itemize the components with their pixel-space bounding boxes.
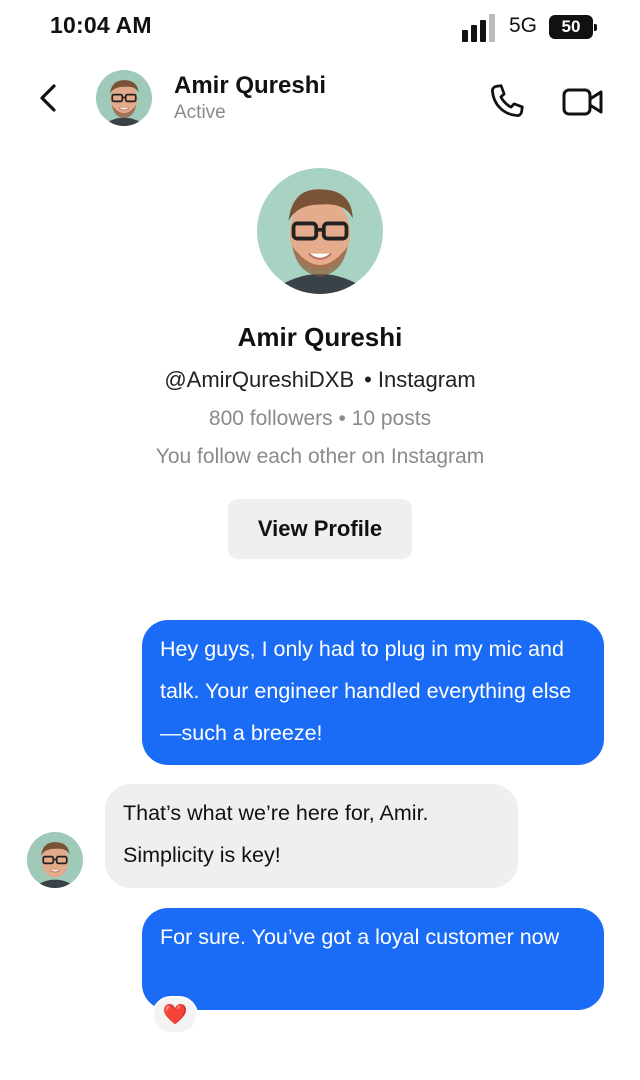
contact-name[interactable]: Amir Qureshi bbox=[174, 72, 326, 100]
message-incoming[interactable]: That’s what we’re here for, Amir. Simpli… bbox=[105, 784, 518, 888]
video-call-button[interactable] bbox=[560, 82, 606, 122]
presence-status: Active bbox=[174, 102, 226, 123]
profile-name: Amir Qureshi bbox=[237, 322, 403, 352]
profile-card: Amir Qureshi @AmirQureshiDXB • Instagram 8… bbox=[0, 168, 640, 559]
profile-handle-row: @AmirQureshiDXB • Instagram bbox=[0, 367, 640, 393]
profile-stats: 800 followers • 10 posts bbox=[208, 407, 432, 430]
profile-platform: Instagram bbox=[377, 367, 476, 392]
chat-screen: 10:04 AM 5G 50 Amir Qureshi Active Amir … bbox=[0, 0, 640, 1080]
phone-icon bbox=[491, 84, 524, 117]
chat-header: Amir Qureshi Active bbox=[0, 60, 640, 138]
profile-handle: @AmirQureshiDXB bbox=[164, 367, 355, 392]
voice-call-button[interactable] bbox=[484, 80, 528, 124]
view-profile-button[interactable]: View Profile bbox=[228, 499, 412, 559]
signal-icon bbox=[462, 14, 500, 42]
video-camera-icon bbox=[562, 88, 603, 116]
avatar[interactable] bbox=[96, 70, 152, 126]
profile-avatar[interactable] bbox=[257, 168, 383, 294]
network-type: 5G bbox=[509, 14, 538, 37]
mutual-follow-text: You follow each other on Instagram bbox=[155, 445, 485, 468]
sender-avatar[interactable] bbox=[27, 832, 83, 888]
heart-reaction-icon[interactable]: ❤️ bbox=[152, 996, 198, 1034]
message-outgoing[interactable]: For sure. You’ve got a loyal customer no… bbox=[142, 908, 604, 1010]
back-icon bbox=[40, 84, 56, 112]
separator-dot: • bbox=[364, 367, 372, 392]
message-outgoing[interactable]: Hey guys, I only had to plug in my mic a… bbox=[142, 620, 604, 765]
back-button[interactable] bbox=[34, 78, 64, 118]
battery-icon: 50 bbox=[549, 15, 597, 39]
status-time: 10:04 AM bbox=[50, 12, 152, 38]
status-bar: 10:04 AM 5G 50 bbox=[0, 0, 640, 52]
